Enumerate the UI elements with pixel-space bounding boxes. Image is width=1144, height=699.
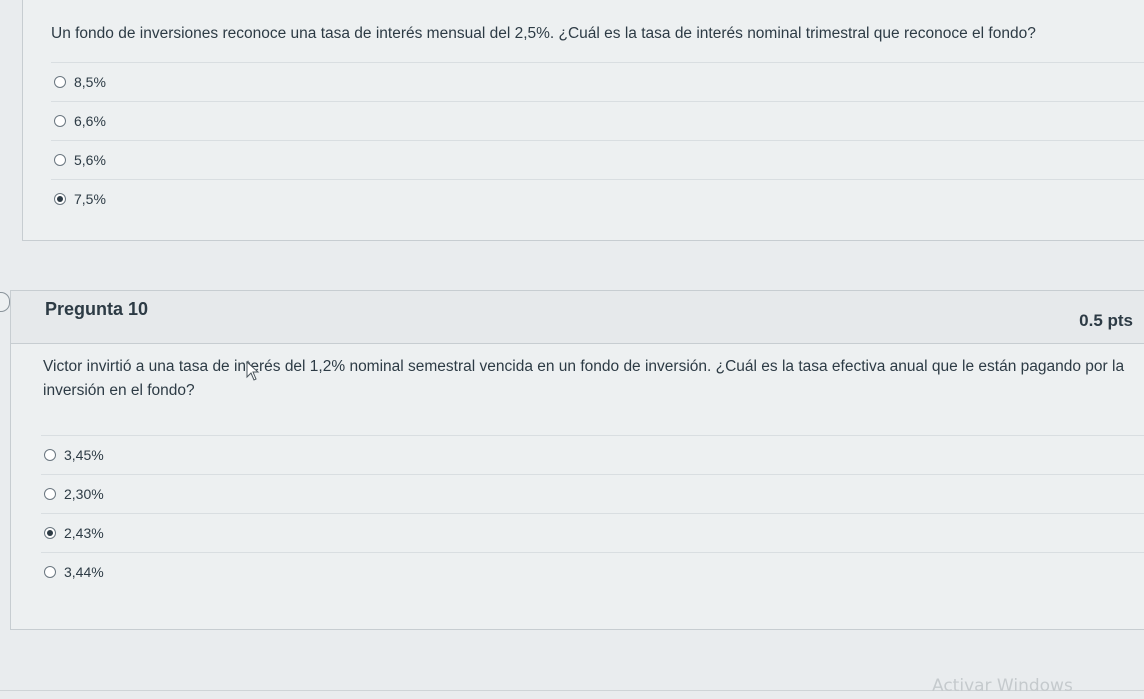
answer-label: 3,45% bbox=[64, 447, 104, 463]
question-title: Pregunta 10 bbox=[45, 299, 149, 319]
answer-option-selected[interactable]: 7,5% bbox=[51, 179, 1144, 218]
answer-option[interactable]: 8,5% bbox=[51, 62, 1144, 101]
mouse-cursor-icon bbox=[246, 361, 260, 381]
answer-label: 7,5% bbox=[74, 191, 106, 207]
answer-option[interactable]: 3,45% bbox=[41, 435, 1144, 474]
answer-label: 6,6% bbox=[74, 113, 106, 129]
answer-label: 5,6% bbox=[74, 152, 106, 168]
flag-question-icon[interactable] bbox=[0, 292, 10, 312]
answer-option[interactable]: 5,6% bbox=[51, 140, 1144, 179]
answer-option-selected[interactable]: 2,43% bbox=[41, 513, 1144, 552]
answer-option[interactable]: 2,30% bbox=[41, 474, 1144, 513]
answer-label: 8,5% bbox=[74, 74, 106, 90]
radio-button[interactable] bbox=[54, 154, 66, 166]
radio-button[interactable] bbox=[44, 449, 56, 461]
radio-button[interactable] bbox=[44, 488, 56, 500]
question-10-answers: 3,45% 2,30% 2,43% 3,44% bbox=[41, 435, 1144, 591]
radio-button-checked[interactable] bbox=[44, 527, 56, 539]
radio-button-checked[interactable] bbox=[54, 193, 66, 205]
question-10-text: Victor invirtió a una tasa de interés de… bbox=[43, 358, 1125, 400]
answer-label: 3,44% bbox=[64, 564, 104, 580]
question-header: Pregunta 10 0.5 pts bbox=[11, 291, 1144, 344]
radio-button[interactable] bbox=[54, 115, 66, 127]
answer-label: 2,43% bbox=[64, 525, 104, 541]
radio-button[interactable] bbox=[54, 76, 66, 88]
activate-windows-watermark: Activar Windows bbox=[932, 676, 1073, 696]
question-9-block: Un fondo de inversiones reconoce una tas… bbox=[22, 0, 1144, 241]
radio-button[interactable] bbox=[44, 566, 56, 578]
question-9-answers: 8,5% 6,6% 5,6% 7,5% bbox=[51, 62, 1144, 218]
answer-label: 2,30% bbox=[64, 486, 104, 502]
answer-option[interactable]: 3,44% bbox=[41, 552, 1144, 591]
question-points: 0.5 pts bbox=[1079, 311, 1133, 330]
answer-option[interactable]: 6,6% bbox=[51, 101, 1144, 140]
question-9-text: Un fondo de inversiones reconoce una tas… bbox=[51, 25, 1036, 42]
question-10-block: Pregunta 10 0.5 pts Victor invirtió a un… bbox=[10, 290, 1144, 630]
